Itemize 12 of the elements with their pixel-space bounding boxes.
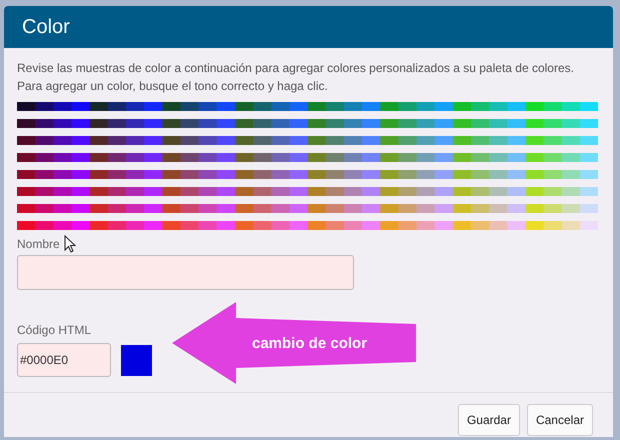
name-input[interactable]: [17, 255, 354, 290]
callout-text: cambio de color: [252, 334, 368, 354]
html-code-input[interactable]: #0000E0: [17, 343, 111, 377]
intro-text: Revise las muestras de color a continuación para agregar colores personalizados a su paleta de colores. Para agregar un color, busque el tono correcto y haga clic.: [17, 60, 575, 95]
html-code-label: Código HTML: [17, 322, 92, 339]
dialog-button[interactable]: Cancelar: [526, 404, 593, 436]
dialog-title: Color: [22, 15, 70, 40]
color-palette[interactable]: [17, 102, 598, 230]
name-label: Nombre: [17, 236, 60, 253]
dialog-button[interactable]: Guardar: [458, 404, 520, 436]
mouse-pointer-icon: [64, 235, 76, 253]
color-preview: [121, 344, 152, 376]
